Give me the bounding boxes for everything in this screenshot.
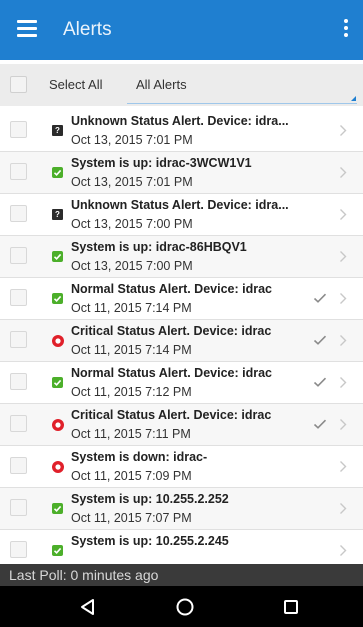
ok-status-icon	[52, 377, 63, 388]
alert-title: System is down: idrac-	[71, 450, 208, 464]
ok-status-icon	[52, 251, 63, 262]
alert-filter-dropdown[interactable]: All Alerts	[127, 68, 357, 104]
alert-timestamp: Oct 11, 2015 7:09 PM	[71, 469, 192, 483]
alert-row[interactable]: System is up: idrac-3WCW1V1 Oct 13, 2015 …	[0, 152, 363, 194]
chevron-right-icon	[340, 293, 347, 304]
chevron-right-icon	[340, 545, 347, 556]
acknowledged-check-icon	[313, 335, 327, 345]
alert-row[interactable]: System is up: idrac-86HBQV1 Oct 13, 2015 …	[0, 236, 363, 278]
system-nav-bar	[0, 586, 363, 627]
chevron-right-icon	[340, 167, 347, 178]
chevron-right-icon	[340, 503, 347, 514]
alert-checkbox[interactable]	[10, 373, 27, 390]
chevron-right-icon	[340, 125, 347, 136]
alert-title: System is up: idrac-86HBQV1	[71, 240, 247, 254]
chevron-right-icon	[340, 209, 347, 220]
filter-bar: Select All All Alerts	[0, 64, 363, 106]
hamburger-menu-icon[interactable]	[17, 20, 37, 38]
ok-status-icon	[52, 545, 63, 556]
alert-filter-value: All Alerts	[136, 77, 187, 92]
ok-status-icon	[52, 503, 63, 514]
alert-title: System is up: 10.255.2.252	[71, 492, 229, 506]
alert-title: Critical Status Alert. Device: idrac	[71, 408, 272, 422]
page-title: Alerts	[63, 19, 112, 40]
alert-timestamp: Oct 11, 2015 7:14 PM	[71, 301, 192, 315]
alert-row[interactable]: Normal Status Alert. Device: idrac Oct 11…	[0, 278, 363, 320]
alert-row[interactable]: System is up: 10.255.2.252 Oct 11, 2015 7…	[0, 488, 363, 530]
alert-row[interactable]: Normal Status Alert. Device: idrac Oct 11…	[0, 362, 363, 404]
alert-timestamp: Oct 13, 2015 7:01 PM	[71, 175, 193, 189]
alert-row[interactable]: System is up: 10.255.2.245	[0, 530, 363, 564]
alert-row[interactable]: ? Unknown Status Alert. Device: idra... Oc…	[0, 194, 363, 236]
alert-row[interactable]: Critical Status Alert. Device: idrac Oct …	[0, 320, 363, 362]
alert-row[interactable]: ? Unknown Status Alert. Device: idra... Oc…	[0, 110, 363, 152]
alert-row[interactable]: Critical Status Alert. Device: idrac Oct …	[0, 404, 363, 446]
alert-checkbox[interactable]	[10, 247, 27, 264]
overflow-menu-icon[interactable]	[343, 19, 349, 39]
dropdown-caret-icon	[351, 96, 356, 101]
ok-status-icon	[52, 167, 63, 178]
chevron-right-icon	[340, 251, 347, 262]
alert-row[interactable]: System is down: idrac- Oct 11, 2015 7:09 …	[0, 446, 363, 488]
status-footer: Last Poll: 0 minutes ago	[0, 564, 363, 586]
back-triangle-icon[interactable]	[78, 597, 98, 617]
alert-title: System is up: idrac-3WCW1V1	[71, 156, 252, 170]
alert-checkbox[interactable]	[10, 457, 27, 474]
alert-checkbox[interactable]	[10, 205, 27, 222]
alert-timestamp: Oct 13, 2015 7:01 PM	[71, 133, 193, 147]
critical-status-icon	[52, 335, 64, 347]
acknowledged-check-icon	[313, 377, 327, 387]
chevron-right-icon	[340, 461, 347, 472]
alert-checkbox[interactable]	[10, 541, 27, 558]
select-all-checkbox[interactable]	[10, 76, 27, 93]
alert-title: System is up: 10.255.2.245	[71, 534, 229, 548]
alert-checkbox[interactable]	[10, 289, 27, 306]
chevron-right-icon	[340, 377, 347, 388]
ok-status-icon	[52, 293, 63, 304]
home-circle-icon[interactable]	[175, 597, 195, 617]
alert-title: Normal Status Alert. Device: idrac	[71, 282, 272, 296]
acknowledged-check-icon	[313, 293, 327, 303]
chevron-right-icon	[340, 419, 347, 430]
alert-checkbox[interactable]	[10, 415, 27, 432]
alert-checkbox[interactable]	[10, 163, 27, 180]
alert-timestamp: Oct 13, 2015 7:00 PM	[71, 259, 193, 273]
alert-title: Unknown Status Alert. Device: idra...	[71, 114, 289, 128]
last-poll-text: Last Poll: 0 minutes ago	[9, 567, 159, 583]
alert-timestamp: Oct 11, 2015 7:12 PM	[71, 385, 192, 399]
alert-checkbox[interactable]	[10, 499, 27, 516]
alert-title: Unknown Status Alert. Device: idra...	[71, 198, 289, 212]
alert-list[interactable]: ? Unknown Status Alert. Device: idra... Oc…	[0, 110, 363, 564]
alert-timestamp: Oct 13, 2015 7:00 PM	[71, 217, 193, 231]
unknown-status-icon: ?	[52, 125, 63, 136]
alert-title: Normal Status Alert. Device: idrac	[71, 366, 272, 380]
acknowledged-check-icon	[313, 419, 327, 429]
app-bar: Alerts	[0, 0, 363, 60]
alert-checkbox[interactable]	[10, 121, 27, 138]
chevron-right-icon	[340, 335, 347, 346]
critical-status-icon	[52, 419, 64, 431]
alert-title: Critical Status Alert. Device: idrac	[71, 324, 272, 338]
unknown-status-icon: ?	[52, 209, 63, 220]
alert-timestamp: Oct 11, 2015 7:11 PM	[71, 427, 191, 441]
alert-checkbox[interactable]	[10, 331, 27, 348]
alert-timestamp: Oct 11, 2015 7:07 PM	[71, 511, 192, 525]
select-all-label[interactable]: Select All	[49, 77, 102, 92]
alert-timestamp: Oct 11, 2015 7:14 PM	[71, 343, 192, 357]
critical-status-icon	[52, 461, 64, 473]
recents-square-icon[interactable]	[281, 597, 301, 617]
